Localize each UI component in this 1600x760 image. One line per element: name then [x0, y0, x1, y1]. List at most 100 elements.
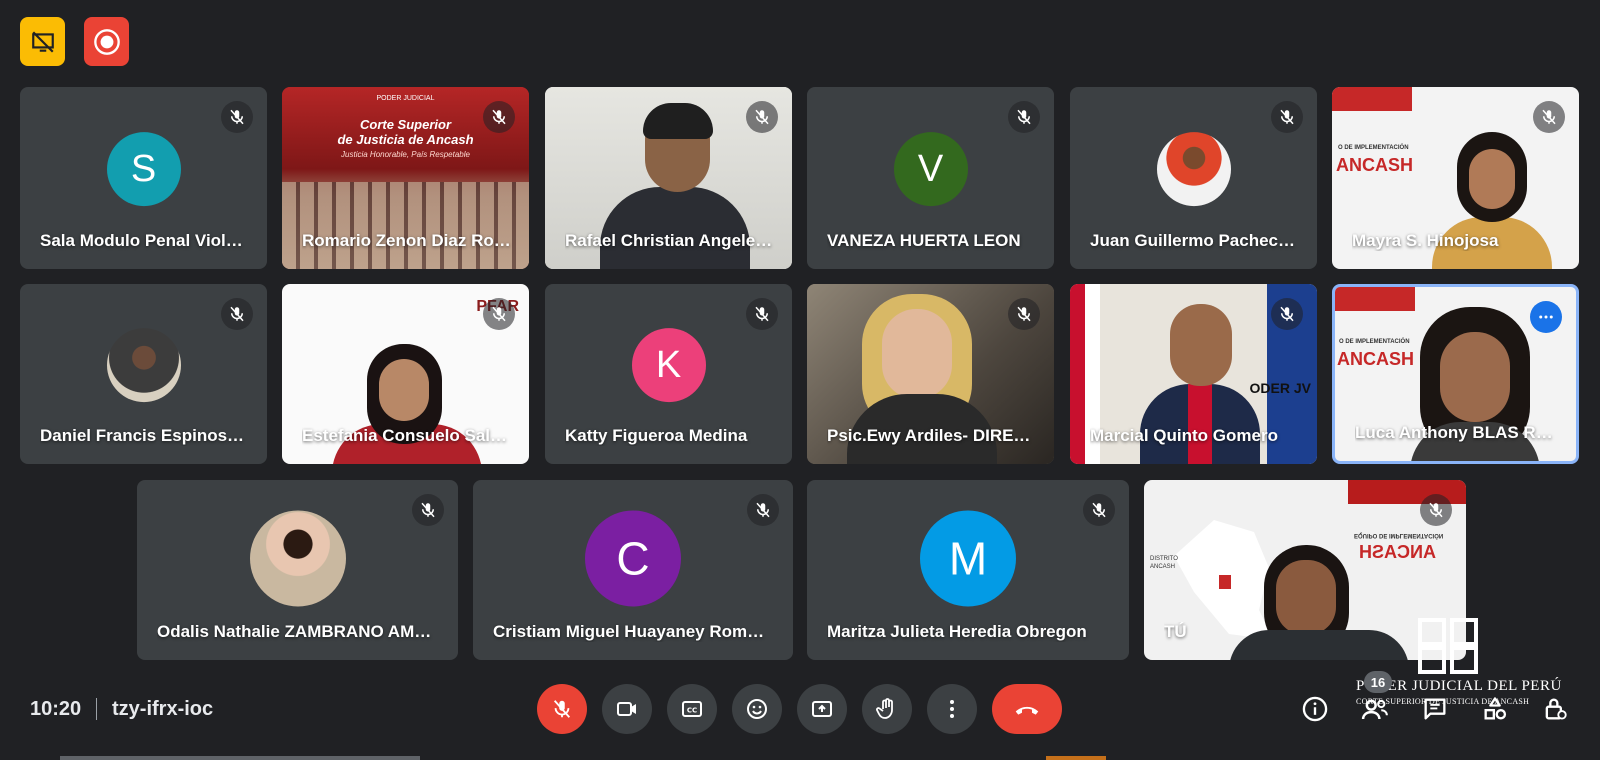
self-label: TÚ — [1164, 622, 1187, 641]
person-hair — [643, 103, 713, 139]
mic-off-icon — [1420, 494, 1452, 526]
record-icon — [93, 28, 120, 55]
people-icon — [1361, 699, 1388, 720]
more-options-icon — [950, 700, 954, 718]
participant-tile[interactable]: S Sala Modulo Penal Viol… — [20, 87, 267, 269]
participant-avatar: M — [920, 510, 1016, 607]
mic-off-icon — [1008, 298, 1040, 330]
participant-tile[interactable]: Odalis Nathalie ZAMBRANO AM… — [137, 480, 458, 660]
recording-indicator[interactable] — [84, 17, 129, 66]
mic-off-icon — [553, 700, 571, 718]
activities-icon — [1484, 697, 1507, 720]
participant-avatar: C — [585, 510, 681, 607]
participant-tile[interactable]: C Cristiam Miguel Huayaney Rom… — [473, 480, 793, 660]
map-label: DISTRITO ANCASH — [1150, 556, 1178, 570]
person-silhouette — [600, 187, 750, 269]
participant-tile[interactable]: O DE IMPLEMENTACIÓN ANCASH Mayra S. Hino… — [1332, 87, 1579, 269]
no-presentation-icon — [31, 30, 54, 53]
slide-header — [1332, 87, 1412, 111]
participant-tile[interactable]: K Katty Figueroa Medina — [545, 284, 792, 464]
activities-button[interactable] — [1476, 690, 1514, 728]
slide-title: ANCASH — [1359, 542, 1437, 562]
slide-title: ANCASH — [1336, 155, 1414, 175]
participant-avatar: K — [631, 328, 706, 403]
host-controls-button[interactable] — [1536, 690, 1574, 728]
participant-name: Mayra S. Hinojosa — [1352, 231, 1499, 250]
slide-header — [1335, 287, 1415, 311]
participant-tile[interactable]: Psic.Ewy Ardiles- DIRE… — [807, 284, 1054, 464]
camera-toggle-button[interactable] — [602, 684, 652, 734]
participant-name: VANEZA HUERTA LEON — [827, 231, 1021, 250]
meeting-time: 10:20 — [30, 698, 82, 720]
participant-name: Daniel Francis Espinos… — [40, 426, 245, 445]
participant-tile[interactable]: PODER JUDICIAL Corte Superior de Justici… — [282, 87, 529, 269]
emoji-icon — [747, 699, 767, 719]
person-face — [1469, 149, 1515, 209]
participant-tile-active-speaker[interactable]: O DE IMPLEMENTACIÓN ANCASH Luca Anthony … — [1332, 284, 1579, 464]
chat-button[interactable] — [1416, 690, 1454, 728]
slide-subtitle: O DE IMPLEMENTACIÓN — [1338, 145, 1409, 151]
participant-name: Marcial Quinto Gomero — [1090, 426, 1278, 445]
participant-name: Psic.Ewy Ardiles- DIRE… — [827, 426, 1031, 445]
participant-tile[interactable]: PFAR Estefania Consuelo Sal… — [282, 284, 529, 464]
bottom-strip — [60, 756, 420, 760]
raise-hand-icon — [876, 698, 893, 719]
participant-name: Maritza Julieta Heredia Obregon — [827, 622, 1087, 641]
raise-hand-button[interactable] — [862, 684, 912, 734]
participant-tile[interactable]: Juan Guillermo Pachec… — [1070, 87, 1317, 269]
mic-off-icon — [221, 298, 253, 330]
captions-icon: CC — [682, 701, 702, 717]
mic-off-icon — [483, 101, 515, 133]
meeting-code: tzy-ifrx-ioc — [112, 698, 214, 720]
participant-photo — [106, 328, 181, 403]
leave-call-button[interactable] — [992, 684, 1062, 734]
participant-photo — [249, 510, 346, 607]
map-region — [1219, 575, 1231, 589]
chat-icon — [1424, 698, 1446, 720]
person-face — [379, 359, 429, 421]
mic-off-icon — [1008, 101, 1040, 133]
meeting-details-button[interactable] — [1296, 690, 1334, 728]
host-controls-icon — [1545, 698, 1567, 720]
banner-logo: PODER JUDICIAL — [376, 95, 435, 102]
participant-name: Estefania Consuelo Sal… — [302, 426, 507, 445]
camera-icon — [617, 702, 636, 716]
mic-off-icon — [746, 298, 778, 330]
more-options-icon[interactable] — [1530, 301, 1562, 333]
participant-tile[interactable]: ODER JV Marcial Quinto Gomero — [1070, 284, 1317, 464]
mic-off-icon — [1271, 298, 1303, 330]
participant-avatar: S — [106, 132, 181, 207]
banner-subtitle: Justicia Honorable, País Respetable — [341, 150, 470, 159]
participant-name: Odalis Nathalie ZAMBRANO AM… — [157, 622, 432, 641]
mic-toggle-button[interactable] — [537, 684, 587, 734]
present-now-button[interactable] — [797, 684, 847, 734]
mic-off-icon — [483, 298, 515, 330]
divider — [96, 698, 97, 720]
participant-name: Rafael Christian Angele… — [565, 231, 773, 250]
participant-name: Luca Anthony BLAS RO… — [1355, 423, 1560, 442]
participant-tile[interactable]: Daniel Francis Espinos… — [20, 284, 267, 464]
bottom-strip-accent — [1046, 756, 1106, 760]
participant-name: Romario Zenon Diaz Ro… — [302, 231, 511, 250]
no-presentation-indicator[interactable] — [20, 17, 65, 66]
mic-off-icon — [746, 101, 778, 133]
person-face — [882, 309, 952, 399]
people-button[interactable]: 16 — [1356, 671, 1394, 728]
slide-title: ODER JV — [1249, 380, 1311, 396]
hang-up-icon — [1015, 706, 1039, 715]
person-face — [1440, 332, 1510, 422]
participant-tile[interactable]: Rafael Christian Angele… — [545, 87, 792, 269]
participant-name: Katty Figueroa Medina — [565, 426, 748, 445]
participant-name: Cristiam Miguel Huayaney Rom… — [493, 622, 765, 641]
participant-tile[interactable]: V VANEZA HUERTA LEON — [807, 87, 1054, 269]
sash — [1188, 384, 1212, 464]
slide-subtitle: O DE IMPLEMENTACIÓN — [1339, 339, 1410, 345]
watermark-logo — [1418, 618, 1478, 674]
svg-text:CC: CC — [687, 707, 697, 715]
participant-count-badge: 16 — [1364, 671, 1392, 693]
participant-name: Juan Guillermo Pachec… — [1090, 231, 1296, 250]
participant-tile[interactable]: M Maritza Julieta Heredia Obregon — [807, 480, 1129, 660]
captions-button[interactable]: CC — [667, 684, 717, 734]
reactions-button[interactable] — [732, 684, 782, 734]
more-options-button[interactable] — [927, 684, 977, 734]
